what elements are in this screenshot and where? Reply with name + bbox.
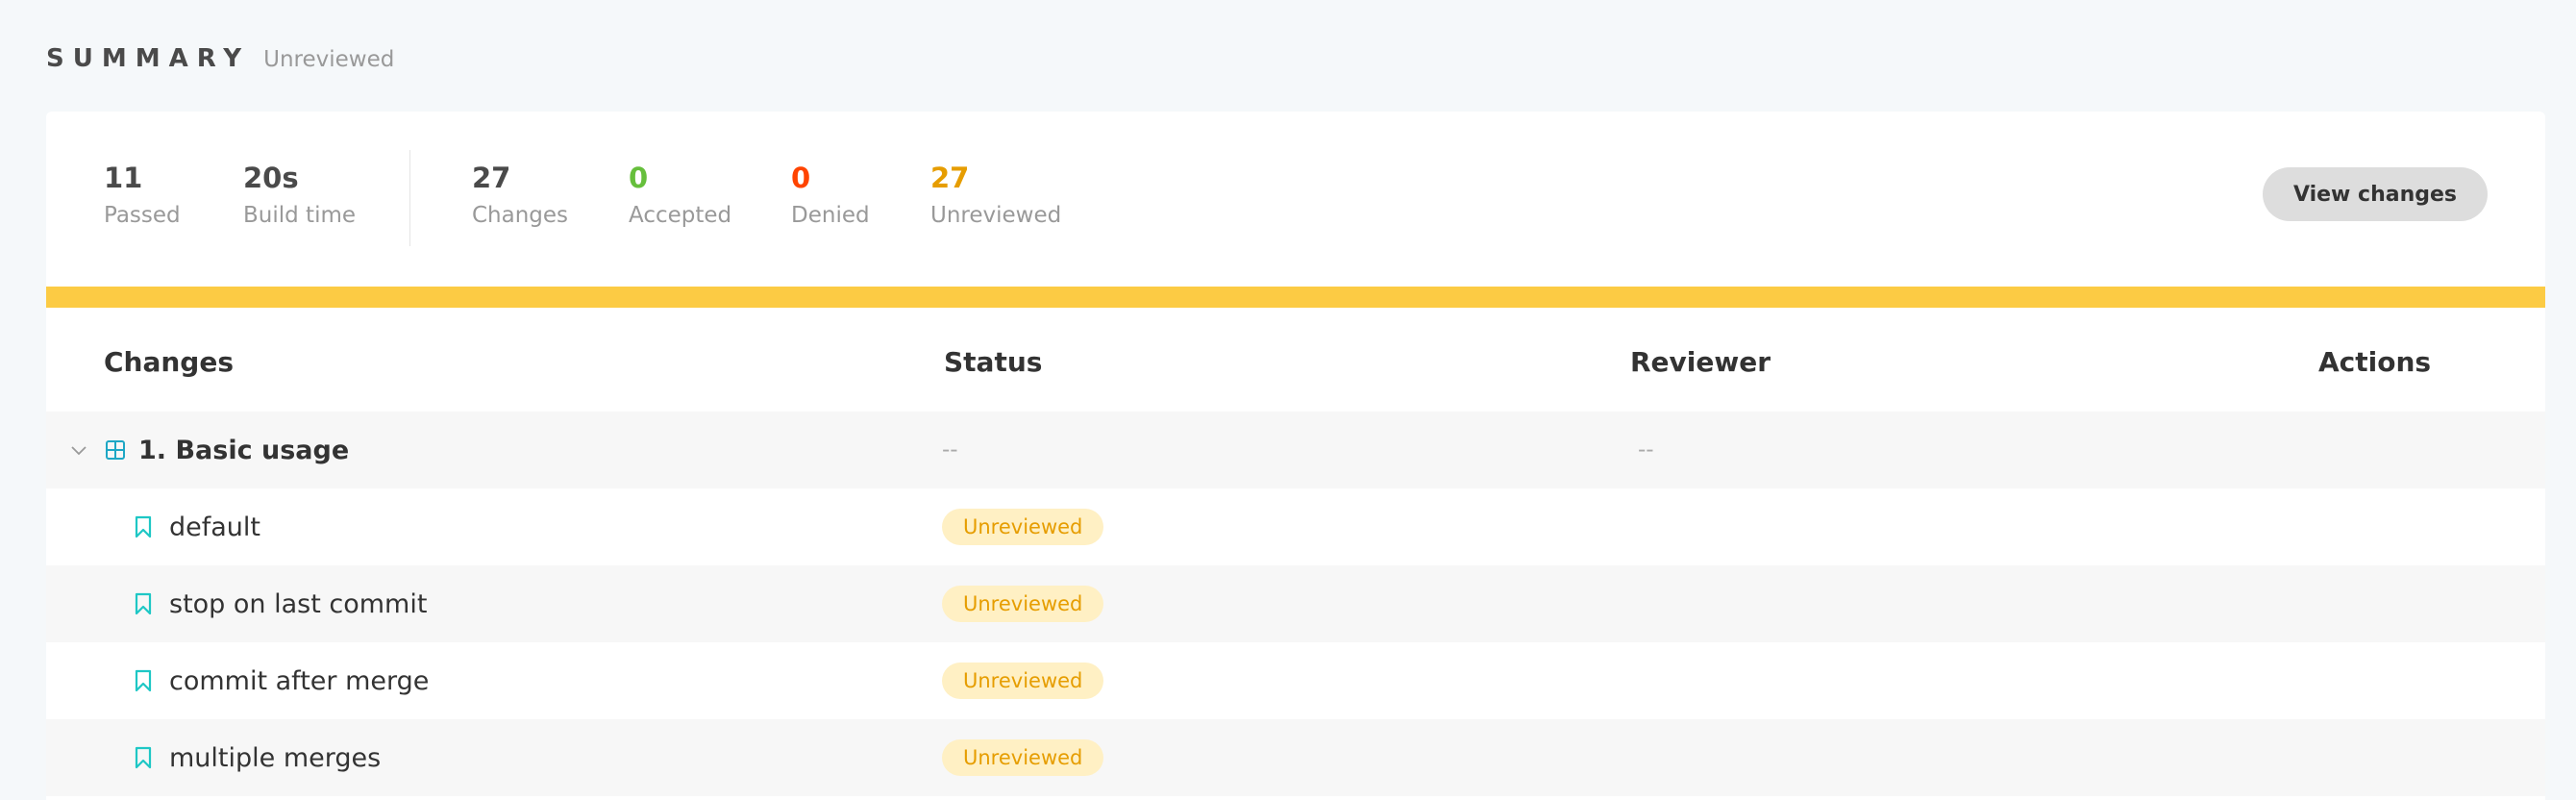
row-status-cell: Unreviewed [942, 642, 1104, 719]
column-header-reviewer: Reviewer [1630, 346, 1771, 378]
grid-icon [105, 439, 126, 461]
stats-divider [409, 150, 410, 246]
stat-unreviewed-label: Unreviewed [930, 203, 1062, 228]
row-name-cell: default [169, 488, 260, 565]
group-name: 1. Basic usage [138, 435, 350, 465]
status-badge: Unreviewed [942, 509, 1104, 545]
stat-denied-label: Denied [791, 203, 870, 228]
group-toggle[interactable] [69, 412, 88, 488]
row-status-cell: Unreviewed [942, 565, 1104, 642]
status-badge: Unreviewed [942, 662, 1104, 699]
row-name-cell: multiple merges [169, 719, 381, 796]
view-changes-button[interactable]: View changes [2262, 167, 2488, 221]
summary-card: 11 Passed 20s Build time 27 Changes 0 Ac… [46, 112, 2545, 800]
row-icon-cell [135, 488, 152, 565]
stat-changes-label: Changes [472, 203, 569, 228]
stat-accepted-value: 0 [629, 162, 649, 194]
stat-denied-value: 0 [791, 162, 811, 194]
row-name: commit after merge [169, 665, 430, 696]
stat-changes: 27 Changes [472, 162, 569, 229]
group-row[interactable]: 1. Basic usage -- -- [46, 412, 2545, 488]
stat-build-time-value: 20s [243, 162, 299, 194]
summary-header: SUMMARY Unreviewed [46, 44, 394, 73]
group-type [105, 412, 126, 488]
table-row[interactable]: default Unreviewed [46, 488, 2545, 565]
status-badge: Unreviewed [942, 739, 1104, 776]
bookmark-icon [135, 592, 152, 615]
table-header: Changes Status Reviewer Actions [46, 308, 2545, 412]
row-name: stop on last commit [169, 588, 428, 619]
group-status-cell: -- [942, 412, 958, 488]
row-name-cell: commit after merge [169, 642, 429, 719]
row-icon-cell [135, 565, 152, 642]
stat-unreviewed: 27 Unreviewed [930, 162, 1062, 229]
row-status-cell: Unreviewed [942, 719, 1104, 796]
group-name-cell: 1. Basic usage [138, 412, 349, 488]
row-name-cell: stop on last commit [169, 565, 427, 642]
page-title: SUMMARY [46, 44, 251, 73]
stat-passed: 11 Passed [104, 162, 181, 229]
chevron-down-icon[interactable] [69, 440, 88, 460]
column-header-status: Status [944, 346, 1043, 378]
row-name: multiple merges [169, 742, 382, 773]
bookmark-icon [135, 746, 152, 769]
build-status-text: Unreviewed [263, 47, 395, 72]
bookmark-icon [135, 515, 152, 538]
table-row[interactable]: stop on last commit Unreviewed [46, 565, 2545, 642]
column-header-changes: Changes [104, 346, 235, 378]
group-reviewer-cell: -- [1638, 412, 1654, 488]
stat-build-time: 20s Build time [243, 162, 357, 229]
status-badge: Unreviewed [942, 586, 1104, 622]
row-status-cell: Unreviewed [942, 488, 1104, 565]
stat-passed-value: 11 [104, 162, 143, 194]
review-progress-bar [46, 287, 2545, 308]
row-icon-cell [135, 642, 152, 719]
stats-bar: 11 Passed 20s Build time 27 Changes 0 Ac… [46, 112, 2545, 287]
table-row[interactable]: commit after merge Unreviewed [46, 642, 2545, 719]
stat-unreviewed-value: 27 [930, 162, 970, 194]
stat-changes-value: 27 [472, 162, 511, 194]
column-header-actions: Actions [2318, 346, 2432, 378]
stat-accepted-label: Accepted [629, 203, 732, 228]
row-name: default [169, 512, 261, 542]
stat-accepted: 0 Accepted [629, 162, 732, 229]
stat-build-time-label: Build time [243, 203, 357, 228]
group-reviewer: -- [1638, 438, 1654, 462]
bookmark-icon [135, 669, 152, 692]
group-status: -- [942, 438, 958, 462]
stat-passed-label: Passed [104, 203, 181, 228]
row-icon-cell [135, 719, 152, 796]
summary-page: SUMMARY Unreviewed 11 Passed 20s Build t… [0, 0, 2576, 800]
table-row[interactable]: multiple merges Unreviewed [46, 719, 2545, 796]
stat-denied: 0 Denied [791, 162, 870, 229]
